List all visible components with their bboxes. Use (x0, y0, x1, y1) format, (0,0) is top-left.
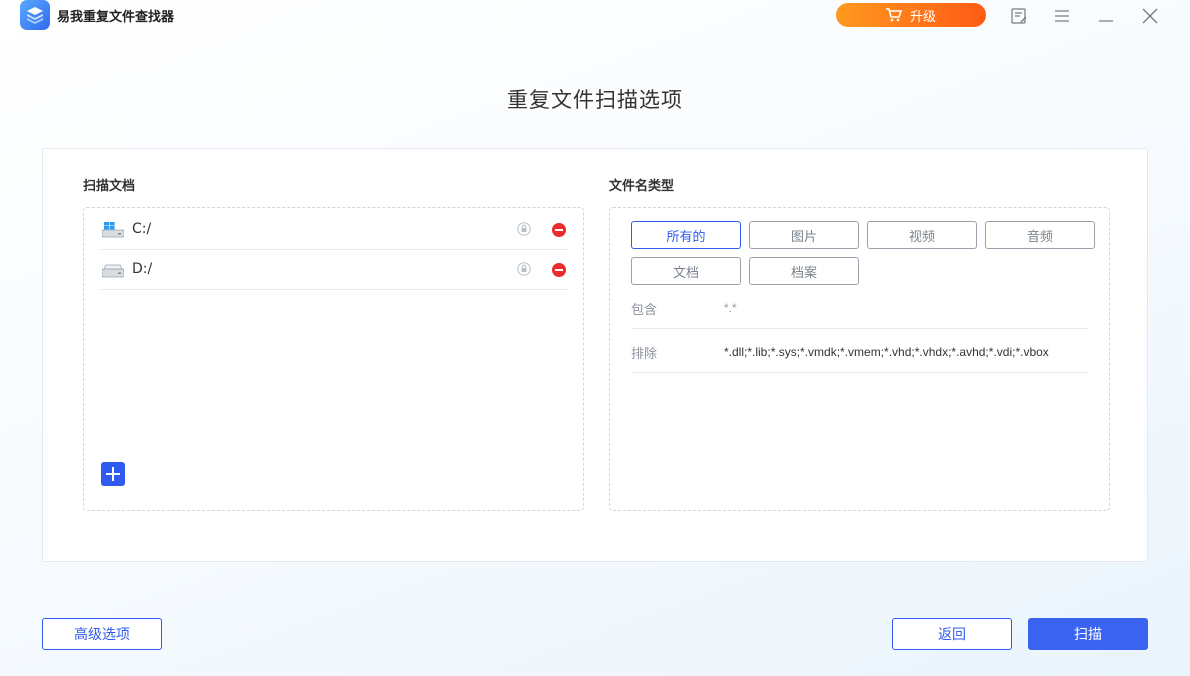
type-images-button[interactable]: 图片 (749, 221, 859, 249)
menu-icon[interactable] (1052, 6, 1072, 26)
file-types-label: 文件名类型 (609, 175, 674, 194)
include-field[interactable]: *.* (724, 301, 1086, 315)
remove-drive-icon[interactable] (552, 263, 566, 277)
exclude-field[interactable]: *.dll;*.lib;*.sys;*.vmdk;*.vmem;*.vhd;*.… (724, 345, 1086, 359)
type-videos-button[interactable]: 视频 (867, 221, 977, 249)
drive-label: D:/ (132, 261, 152, 277)
drive-label: C:/ (132, 221, 151, 237)
minimize-icon[interactable] (1096, 6, 1116, 26)
scan-folders-box: C:/ D:/ (83, 207, 584, 511)
close-icon[interactable] (1140, 6, 1160, 26)
cart-icon (886, 8, 902, 22)
exclude-label: 排除 (631, 343, 657, 362)
advanced-options-button[interactable]: 高级选项 (42, 618, 162, 650)
upgrade-button[interactable]: 升级 (836, 3, 986, 27)
app-logo-icon (20, 0, 50, 30)
include-label: 包含 (631, 299, 657, 318)
include-row: 包含 *.* (631, 284, 1089, 329)
title-bar: 易我重复文件查找器 升级 (0, 0, 1190, 32)
type-documents-button[interactable]: 文档 (631, 257, 741, 285)
scan-button[interactable]: 扫描 (1028, 618, 1148, 650)
file-types-box: 所有的 图片 视频 音频 文档 档案 包含 *.* 排除 *.dll;*.lib… (609, 207, 1110, 511)
page-title: 重复文件扫描选项 (0, 84, 1190, 114)
app-title: 易我重复文件查找器 (57, 6, 174, 25)
drive-row-d: D:/ (100, 250, 567, 290)
add-folder-button[interactable] (101, 462, 125, 486)
remove-drive-icon[interactable] (552, 223, 566, 237)
lock-icon[interactable] (517, 262, 531, 276)
type-all-button[interactable]: 所有的 (631, 221, 741, 249)
drive-row-c: C:/ (100, 210, 567, 250)
exclude-row: 排除 *.dll;*.lib;*.sys;*.vmdk;*.vmem;*.vhd… (631, 328, 1089, 373)
drive-icon (102, 262, 124, 278)
feedback-icon[interactable] (1009, 6, 1029, 26)
options-card: 扫描文档 C:/ D: (42, 148, 1148, 562)
back-button[interactable]: 返回 (892, 618, 1012, 650)
scan-folders-label: 扫描文档 (83, 175, 135, 194)
windows-drive-icon (102, 222, 124, 238)
type-archives-button[interactable]: 档案 (749, 257, 859, 285)
lock-icon[interactable] (517, 222, 531, 236)
type-audio-button[interactable]: 音频 (985, 221, 1095, 249)
upgrade-label: 升级 (910, 6, 936, 25)
